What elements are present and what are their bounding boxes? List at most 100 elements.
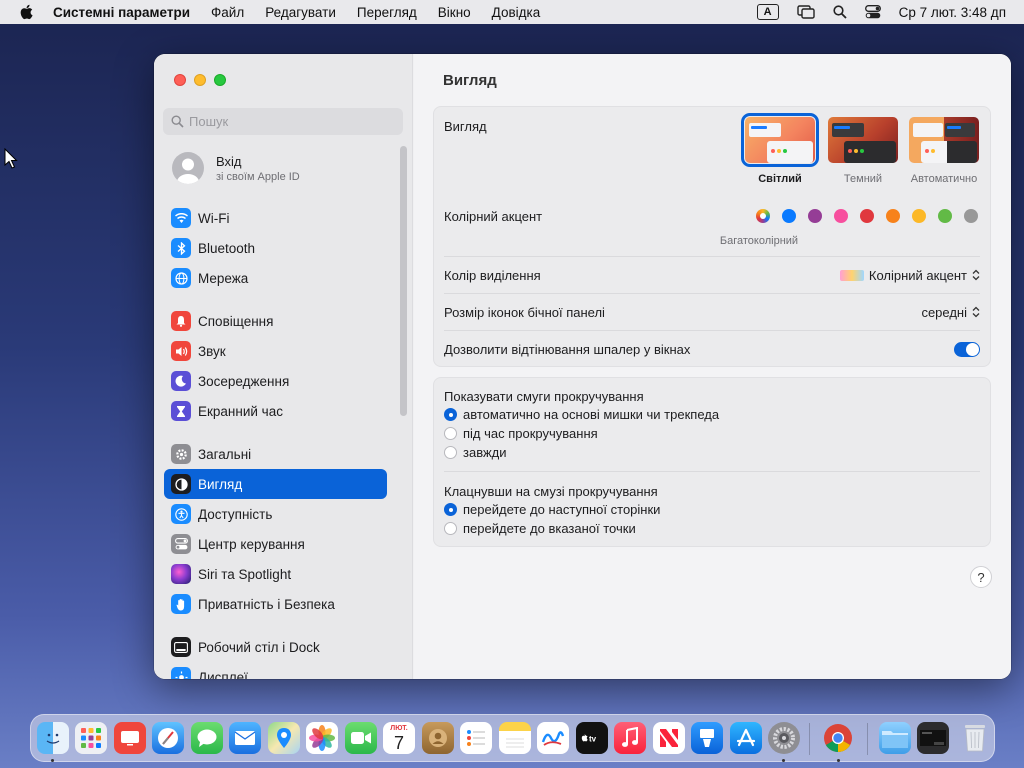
- scrollbars-label: Показувати смуги прокручування: [444, 389, 644, 404]
- apple-id-signin[interactable]: Вхід зі своїм Apple ID: [172, 152, 300, 184]
- scroll-settings-group: Показувати смуги прокручування автоматич…: [433, 377, 991, 547]
- accent-purple[interactable]: [808, 209, 822, 223]
- menu-clock[interactable]: Ср 7 лют. 3:48 дп: [899, 5, 1006, 20]
- dock-reminders[interactable]: [460, 722, 492, 754]
- dock-facetime[interactable]: [345, 722, 377, 754]
- radio-button[interactable]: [444, 503, 457, 516]
- dock-tv-remote[interactable]: [114, 722, 146, 754]
- apple-menu-icon[interactable]: [19, 4, 33, 20]
- dock-messages[interactable]: [191, 722, 223, 754]
- sidebar-item-privacy-security[interactable]: Приватність і Безпека: [164, 589, 387, 619]
- window-controls: [174, 74, 226, 86]
- dock-calendar[interactable]: ЛЮТ. 7: [383, 722, 415, 754]
- click-scroll-option-spot[interactable]: перейдете до вказаної точки: [444, 521, 636, 536]
- appearance-option-auto[interactable]: [909, 117, 979, 163]
- menu-edit[interactable]: Редагувати: [265, 5, 336, 20]
- divider: [444, 471, 980, 472]
- sidebar-item-siri-spotlight[interactable]: Siri та Spotlight: [164, 559, 387, 589]
- sidebar-item-focus[interactable]: Зосередження: [164, 366, 387, 396]
- dock-freeform[interactable]: [537, 722, 569, 754]
- accent-yellow[interactable]: [912, 209, 926, 223]
- accent-green[interactable]: [938, 209, 952, 223]
- dock-finder[interactable]: [37, 722, 69, 754]
- sidebar-item-label: Доступність: [198, 506, 273, 522]
- sidebar-item-accessibility[interactable]: Доступність: [164, 499, 387, 529]
- accent-graphite[interactable]: [964, 209, 978, 223]
- search-input[interactable]: Пошук: [163, 108, 403, 135]
- menu-file[interactable]: Файл: [211, 5, 244, 20]
- help-button[interactable]: ?: [970, 566, 992, 588]
- dock-notes[interactable]: [499, 722, 531, 754]
- music-note-icon: [622, 727, 638, 747]
- sidebar-icon-size-select[interactable]: середні: [921, 305, 980, 320]
- menu-bar: Системні параметри Файл Редагувати Перег…: [0, 0, 1024, 24]
- accent-multicolor[interactable]: [756, 209, 770, 223]
- screen-mirroring-icon[interactable]: [796, 5, 815, 19]
- dock-system-settings[interactable]: [768, 722, 800, 754]
- dock-app-store[interactable]: [730, 722, 762, 754]
- control-center-icon[interactable]: [864, 5, 881, 19]
- dock-tv[interactable]: tv: [576, 722, 608, 754]
- dock-downloads-folder[interactable]: [879, 722, 911, 754]
- dock-trash[interactable]: [959, 722, 991, 754]
- sidebar-item-label: Мережа: [198, 270, 249, 286]
- menu-help[interactable]: Довідка: [492, 5, 541, 20]
- scrollbars-option-scrolling[interactable]: під час прокручування: [444, 426, 598, 441]
- dock-recent-screenshot[interactable]: [917, 722, 949, 754]
- dock-mail[interactable]: [229, 722, 261, 754]
- globe-icon: [171, 268, 191, 288]
- sidebar-item-wifi[interactable]: Wi-Fi: [164, 203, 387, 233]
- highlight-color-select[interactable]: Колірний акцент: [839, 268, 980, 283]
- sidebar-item-appearance[interactable]: Вигляд: [164, 469, 387, 499]
- tv-icon: [121, 731, 139, 746]
- appearance-option-light[interactable]: [741, 113, 819, 167]
- scrollbars-option-always[interactable]: завжди: [444, 445, 507, 460]
- scrollbars-option-auto[interactable]: автоматично на основі мишки чи трекпеда: [444, 407, 719, 422]
- sidebar-item-network[interactable]: Мережа: [164, 263, 387, 293]
- accent-pink[interactable]: [834, 209, 848, 223]
- dock-photos[interactable]: [306, 722, 338, 754]
- dock-news[interactable]: [653, 722, 685, 754]
- sidebar-item-desktop-dock[interactable]: Робочий стіл і Dock: [164, 632, 387, 662]
- menu-view[interactable]: Перегляд: [357, 5, 417, 20]
- sidebar-item-screen-time[interactable]: Екранний час: [164, 396, 387, 426]
- dock-music[interactable]: [614, 722, 646, 754]
- menu-window[interactable]: Вікно: [438, 5, 471, 20]
- dock-chrome[interactable]: [822, 722, 854, 754]
- sidebar-icon-size-row: Розмір іконок бічної панелі середні: [444, 294, 980, 330]
- radio-button[interactable]: [444, 408, 457, 421]
- dock-maps[interactable]: [268, 722, 300, 754]
- bluetooth-icon: [171, 238, 191, 258]
- radio-button[interactable]: [444, 446, 457, 459]
- speech-bubble-icon: [197, 729, 217, 747]
- display-icon: [171, 667, 191, 679]
- sidebar-item-sound[interactable]: Звук: [164, 336, 387, 366]
- wallpaper-tinting-toggle[interactable]: [954, 342, 980, 357]
- zoom-button[interactable]: [214, 74, 226, 86]
- radio-button[interactable]: [444, 427, 457, 440]
- appearance-icon: [171, 474, 191, 494]
- radio-button[interactable]: [444, 522, 457, 535]
- dock-keynote[interactable]: [691, 722, 723, 754]
- close-button[interactable]: [174, 74, 186, 86]
- accent-blue[interactable]: [782, 209, 796, 223]
- sidebar-scrollbar[interactable]: [400, 146, 407, 416]
- sidebar-item-bluetooth[interactable]: Bluetooth: [164, 233, 387, 263]
- scrollbars-option-label: завжди: [463, 445, 507, 460]
- spotlight-search-icon[interactable]: [833, 5, 847, 19]
- dock-launchpad[interactable]: [75, 722, 107, 754]
- appearance-option-dark[interactable]: [828, 117, 898, 163]
- click-scroll-option-next-page[interactable]: перейдете до наступної сторінки: [444, 502, 660, 517]
- input-source-icon[interactable]: A: [756, 4, 779, 20]
- hourglass-icon: [171, 401, 191, 421]
- dock-contacts[interactable]: [422, 722, 454, 754]
- sidebar-item-general[interactable]: Загальні: [164, 439, 387, 469]
- sidebar-item-displays[interactable]: Дисплеї: [164, 662, 387, 679]
- menu-app-name[interactable]: Системні параметри: [53, 5, 190, 20]
- accent-orange[interactable]: [886, 209, 900, 223]
- accent-red[interactable]: [860, 209, 874, 223]
- dock-safari[interactable]: [152, 722, 184, 754]
- sidebar-item-notifications[interactable]: Сповіщення: [164, 306, 387, 336]
- sidebar-item-control-center[interactable]: Центр керування: [164, 529, 387, 559]
- minimize-button[interactable]: [194, 74, 206, 86]
